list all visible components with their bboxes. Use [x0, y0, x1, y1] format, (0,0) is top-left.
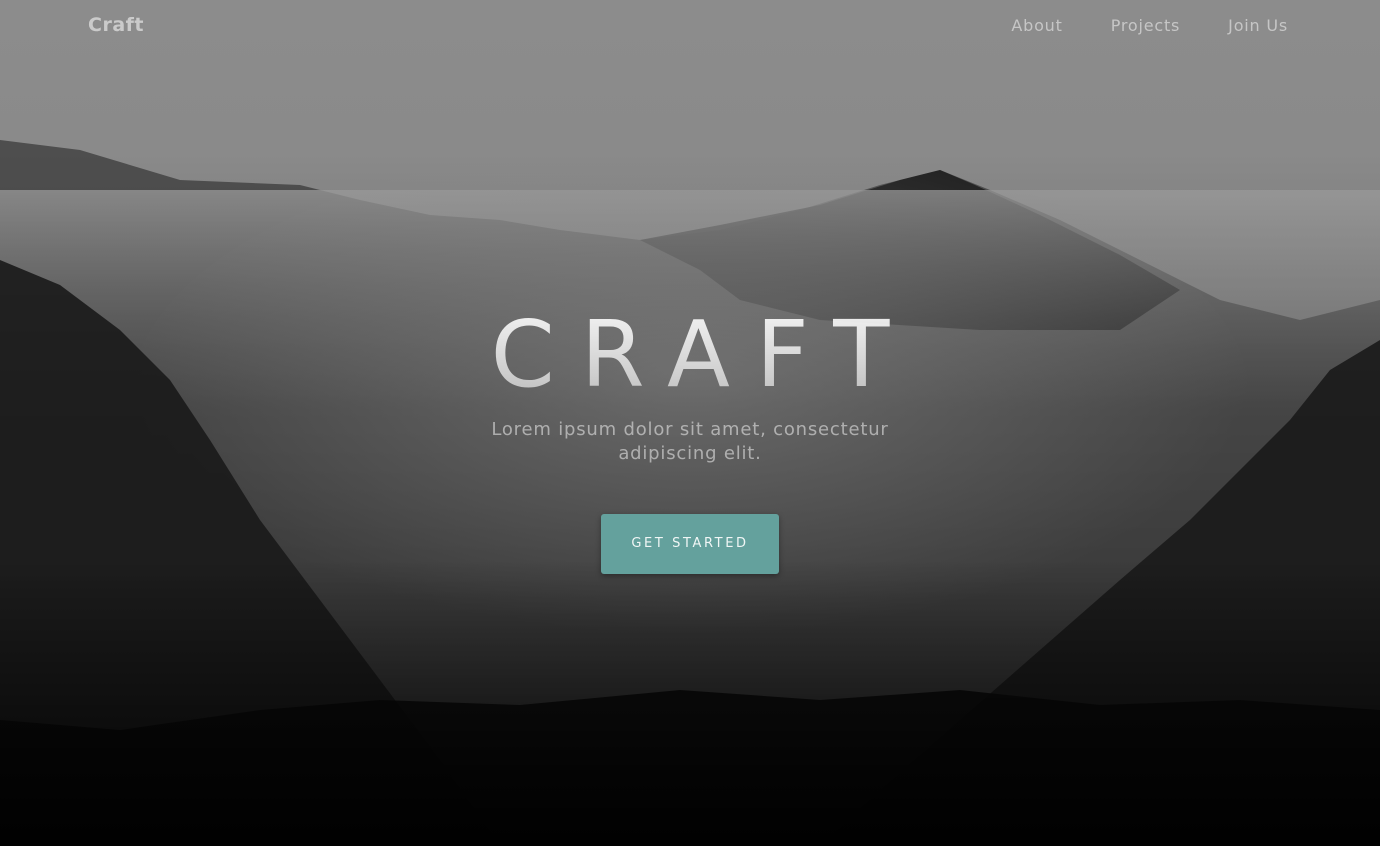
nav-link-about[interactable]: About — [1011, 16, 1062, 35]
nav-link-projects[interactable]: Projects — [1111, 16, 1180, 35]
get-started-button[interactable]: GET STARTED — [601, 514, 779, 574]
nav-links: About Projects Join Us — [1011, 16, 1288, 35]
hero-title: CRAFT — [0, 300, 1380, 410]
navbar: Craft About Projects Join Us — [0, 0, 1380, 54]
hero-section: Craft About Projects Join Us CRAFT Lorem… — [0, 0, 1380, 846]
brand-logo-link[interactable]: Craft — [88, 14, 144, 36]
hero-content: CRAFT Lorem ipsum dolor sit amet, consec… — [0, 300, 1380, 574]
hero-subtitle: Lorem ipsum dolor sit amet, consectetur … — [491, 419, 889, 464]
nav-link-join-us[interactable]: Join Us — [1228, 16, 1288, 35]
